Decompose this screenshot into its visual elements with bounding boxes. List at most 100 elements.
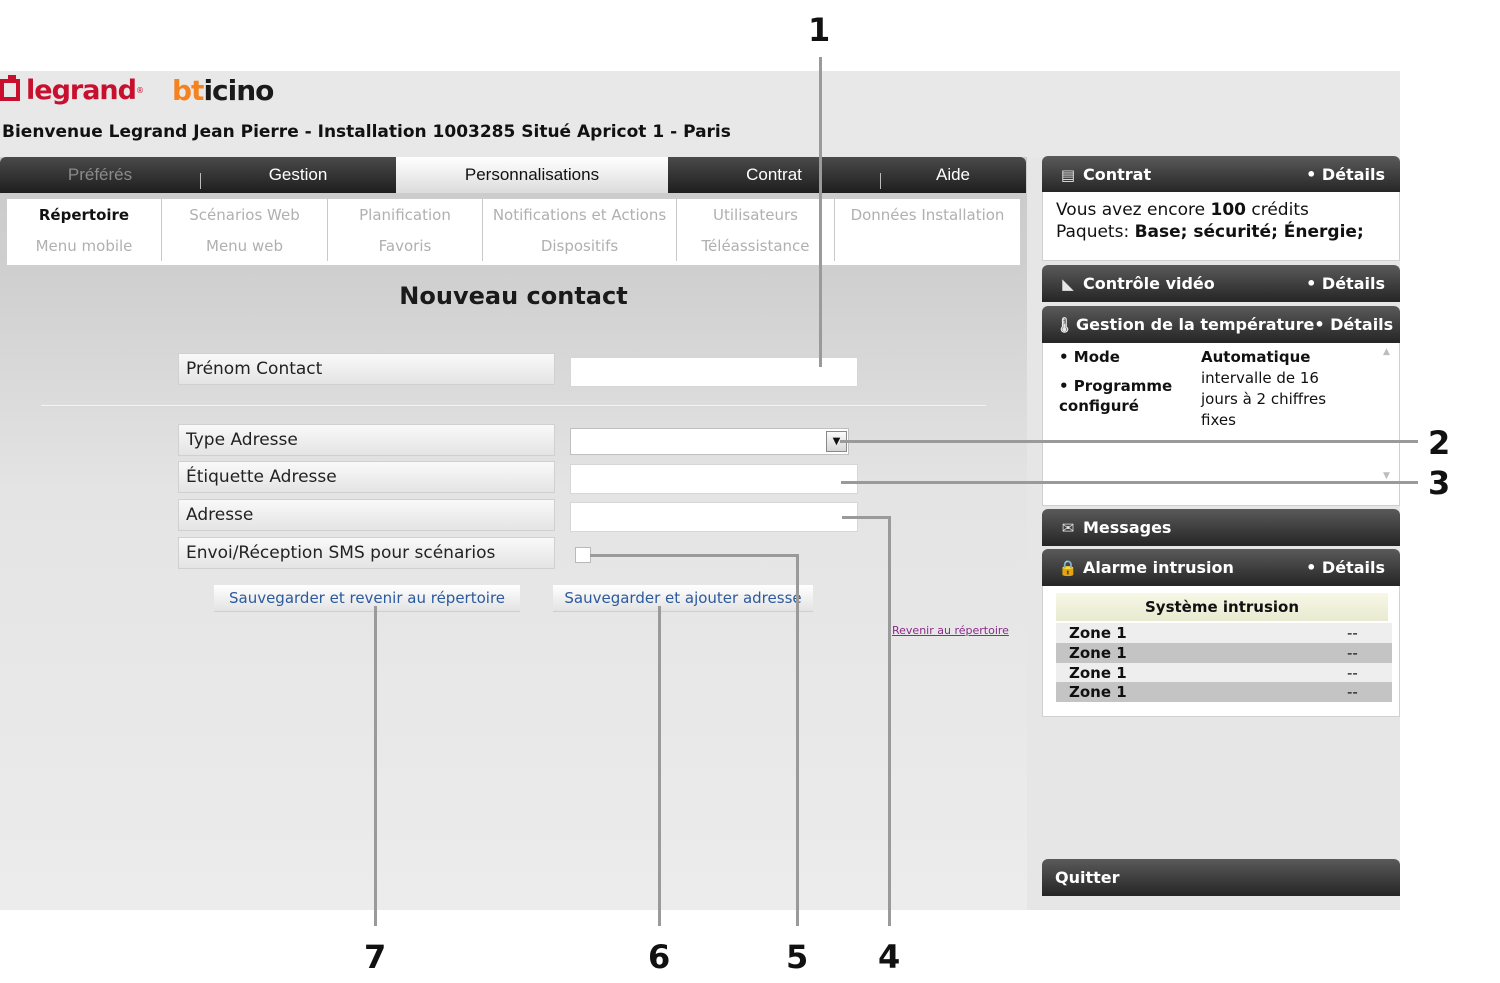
quit-button[interactable]: Quitter (1042, 859, 1400, 896)
mode-row: • Mode Automatique (1059, 347, 1359, 369)
address-type-select[interactable]: ▼ (570, 428, 849, 455)
subnav-empty (835, 230, 1020, 261)
callout-line-3 (841, 481, 1418, 484)
packages-prefix: Paquets: (1056, 222, 1135, 242)
subnav-notifications[interactable]: Notifications et Actions (483, 199, 677, 230)
callout-line-4a (842, 516, 891, 519)
credits-count: 100 (1210, 200, 1246, 220)
bticino-wordmark-bt: bt (172, 73, 204, 107)
temperature-scrollbar[interactable]: ▲ ▼ (1381, 347, 1395, 487)
subnav-teleassistance[interactable]: Téléassistance (677, 230, 835, 261)
callout-number-5: 5 (786, 938, 809, 976)
callout-line-1 (819, 57, 822, 367)
save-and-back-button[interactable]: Sauvegarder et revenir au répertoire (214, 585, 520, 612)
tab-preferes[interactable]: Préférés (0, 157, 200, 193)
subnav-scenarios-web[interactable]: Scénarios Web (162, 199, 328, 230)
mode-value: Automatique (1201, 348, 1311, 366)
zone-row: Zone 1 -- (1056, 643, 1392, 663)
callout-line-2 (840, 440, 1418, 443)
main-tab-bar: Préférés Gestion Personnalisations Contr… (0, 157, 1026, 193)
program-row: • Programme configuré intervalle de 16 j… (1059, 368, 1359, 432)
address-type-label: Type Adresse (178, 424, 555, 456)
subnav-menu-web[interactable]: Menu web (162, 230, 328, 261)
program-value-3: fixes (1201, 411, 1236, 429)
app-window: legrand ® bt icino Bienvenue Legrand Jean … (0, 71, 1400, 910)
subnav-repertoire[interactable]: Répertoire (7, 199, 162, 230)
subnav-dispositifs[interactable]: Dispositifs (483, 230, 677, 261)
program-value-1: intervalle de 16 (1201, 369, 1319, 387)
first-name-input[interactable] (570, 357, 858, 387)
contrat-widget-body: Vous avez encore 100 crédits Paquets: Ba… (1042, 192, 1400, 261)
tab-gestion[interactable]: Gestion (200, 157, 396, 193)
program-label-2: configuré (1059, 397, 1139, 415)
tab-separator (880, 173, 881, 189)
thermometer-icon: 🌡 (1055, 315, 1075, 334)
callout-number-6: 6 (648, 938, 671, 976)
bticino-logo: bt icino (172, 73, 274, 107)
contrat-details-link[interactable]: • Détails (1306, 165, 1385, 184)
tab-aide[interactable]: Aide (880, 157, 1026, 193)
padlock-icon: 🔒 (1058, 558, 1078, 577)
subnav-menu-mobile[interactable]: Menu mobile (7, 230, 162, 261)
address-label-label: Étiquette Adresse (178, 461, 555, 493)
scroll-down-icon[interactable]: ▼ (1383, 471, 1390, 481)
mode-label: • Mode (1059, 348, 1120, 366)
first-name-label: Prénom Contact (178, 353, 555, 385)
zone-row: Zone 1 -- (1056, 623, 1392, 643)
legrand-wordmark: legrand (26, 74, 137, 106)
callout-line-5b (796, 554, 799, 926)
tab-personnalisations[interactable]: Personnalisations (396, 157, 668, 193)
back-to-directory-link[interactable]: Revenir au répertoire (892, 624, 1009, 637)
callout-number-1: 1 (808, 11, 831, 49)
alarm-details-link[interactable]: • Détails (1306, 558, 1385, 577)
zone-status: -- (1347, 664, 1358, 682)
page-title: Nouveau contact (399, 282, 628, 310)
zone-row: Zone 1 -- (1056, 682, 1392, 702)
tab-separator (200, 173, 201, 189)
video-widget-header: ◣ Contrôle vidéo • Détails (1042, 265, 1400, 302)
bticino-wordmark-rest: icino (203, 73, 274, 107)
subnav-donnees-installation[interactable]: Données Installation (835, 199, 1020, 230)
legrand-mark-icon (0, 75, 20, 101)
subnav-favoris[interactable]: Favoris (328, 230, 483, 261)
scroll-up-icon[interactable]: ▲ (1383, 347, 1390, 357)
credits-line: Vous avez encore 100 crédits (1056, 199, 1386, 221)
packages-list: Base; sécurité; Énergie; (1134, 222, 1364, 242)
callout-number-3: 3 (1428, 464, 1451, 502)
tab-contrat[interactable]: Contrat (668, 157, 880, 193)
packages-line: Paquets: Base; sécurité; Énergie; (1056, 221, 1386, 243)
welcome-message: Bienvenue Legrand Jean Pierre - Installa… (2, 122, 731, 142)
callout-number-4: 4 (878, 938, 901, 976)
subnav-utilisateurs[interactable]: Utilisateurs (677, 199, 835, 230)
temperature-details-link[interactable]: • Détails (1314, 315, 1393, 334)
address-label: Adresse (178, 499, 555, 531)
zone-name: Zone 1 (1069, 644, 1127, 662)
messages-widget-title: Messages (1083, 518, 1172, 537)
contrat-widget-header: ▤ Contrat • Détails (1042, 156, 1400, 193)
alarm-widget-header: 🔒 Alarme intrusion • Détails (1042, 549, 1400, 586)
form-divider (41, 405, 986, 407)
callout-line-5a (590, 554, 799, 557)
registered-mark: ® (135, 85, 144, 95)
program-label-1: • Programme (1059, 377, 1173, 395)
video-widget-title: Contrôle vidéo (1083, 274, 1215, 293)
sub-nav-row-2: Menu mobile Menu web Favoris Dispositifs… (7, 230, 1020, 261)
contrat-widget-title: Contrat (1083, 165, 1152, 184)
intrusion-system-title: Système intrusion (1056, 593, 1388, 621)
address-input[interactable] (570, 502, 858, 532)
sms-label: Envoi/Réception SMS pour scénarios (178, 537, 555, 569)
save-and-add-address-button[interactable]: Sauvegarder et ajouter adresse (553, 585, 813, 612)
messages-widget-header[interactable]: ✉ Messages (1042, 509, 1400, 546)
address-label-input[interactable] (570, 464, 858, 494)
callout-number-2: 2 (1428, 424, 1451, 462)
legrand-logo: legrand ® (0, 73, 144, 107)
sms-checkbox[interactable] (575, 547, 591, 563)
alarm-widget-body: Système intrusion Zone 1 -- Zone 1 -- Zo… (1042, 586, 1400, 717)
video-details-link[interactable]: • Détails (1306, 274, 1385, 293)
temperature-widget-title: Gestion de la température (1076, 315, 1315, 334)
sub-nav-row-1: Répertoire Scénarios Web Planification N… (7, 199, 1020, 230)
callout-number-7: 7 (364, 938, 387, 976)
zone-name: Zone 1 (1069, 624, 1127, 642)
subnav-planification[interactable]: Planification (328, 199, 483, 230)
zone-status: -- (1347, 644, 1358, 662)
